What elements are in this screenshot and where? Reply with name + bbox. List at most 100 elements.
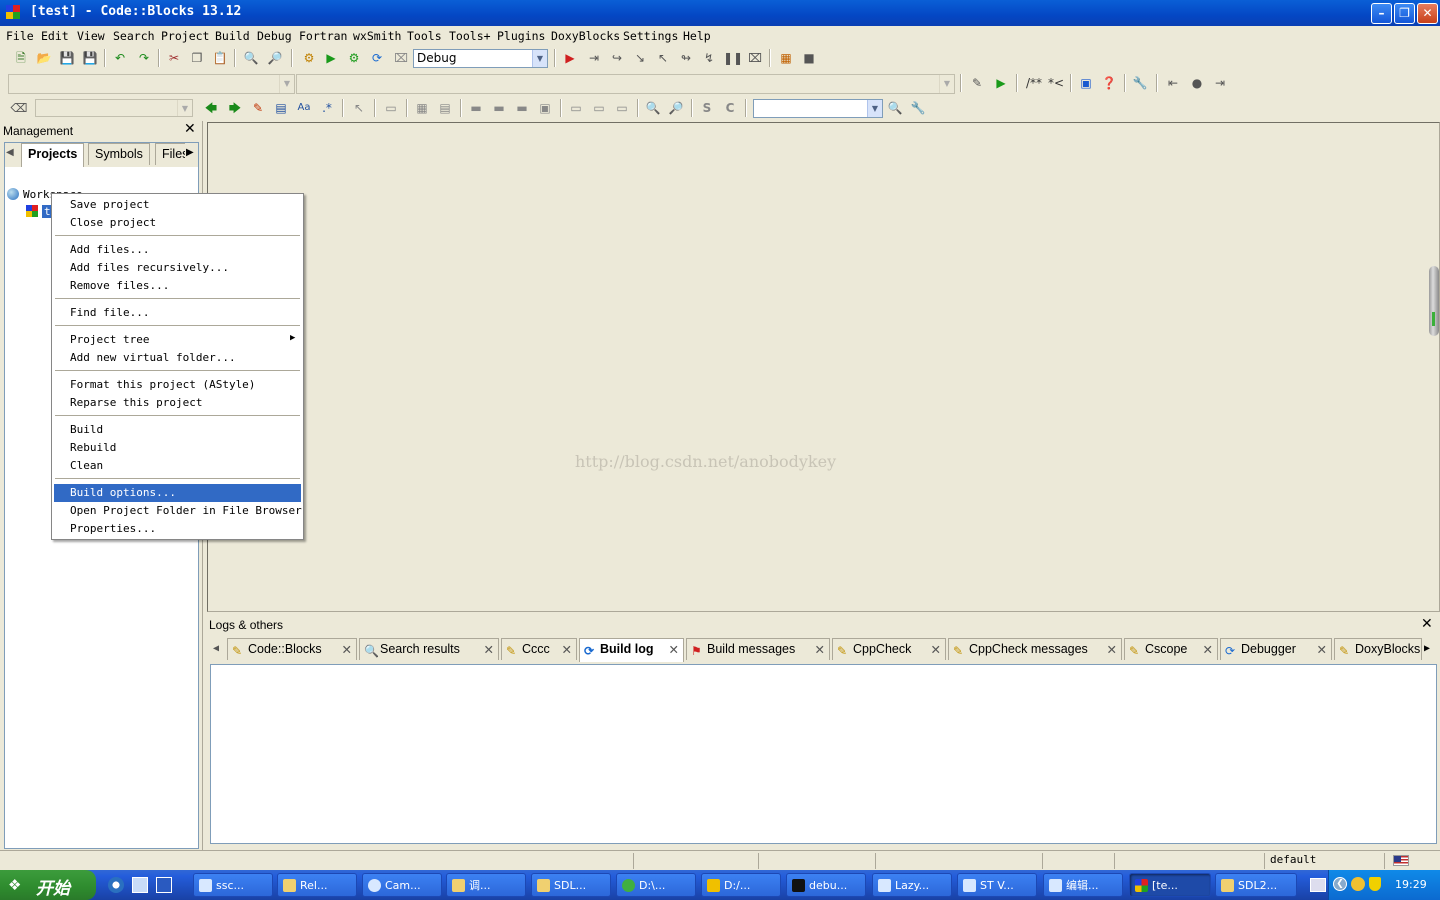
extract-docs-icon[interactable]: ▶ (992, 74, 1010, 92)
menu-settings[interactable]: Settings (623, 29, 678, 43)
find-icon[interactable]: 🔍 (242, 49, 260, 67)
border-right-icon[interactable]: ▭ (590, 99, 608, 117)
tab-search-results[interactable]: 🔍Search results ✕ (359, 638, 499, 660)
logs-tab-scroll-left-icon[interactable]: ◀ (213, 643, 219, 654)
next-instruction-icon[interactable]: ↬ (677, 49, 695, 67)
tab-scroll-right-icon[interactable]: ▶ (186, 147, 194, 158)
menu-item-find-file[interactable]: Find file... (54, 304, 301, 322)
tab-codeblocks[interactable]: ✎ Code::Blocks ✕ (227, 638, 357, 660)
chm-docs-icon[interactable]: ❓ (1100, 74, 1118, 92)
close-tab-icon[interactable]: ✕ (1203, 642, 1213, 657)
rebuild-icon[interactable]: ⟳ (368, 49, 386, 67)
build-target-select[interactable]: Debug ▼ (413, 49, 548, 68)
menu-view[interactable]: View (77, 29, 105, 43)
function-select[interactable]: ▼ (296, 74, 955, 94)
tab-symbols[interactable]: Symbols (88, 143, 150, 165)
menu-file[interactable]: File (6, 29, 34, 43)
task-stv[interactable]: ST V... (957, 873, 1037, 897)
menu-tools[interactable]: Tools (407, 29, 442, 43)
next-line-icon[interactable]: ↪ (608, 49, 626, 67)
new-file-icon[interactable]: 🗎 (12, 49, 30, 67)
menu-item-properties[interactable]: Properties... (54, 520, 301, 538)
menu-item-add-files[interactable]: Add files... (54, 241, 301, 259)
tab-cppcheck[interactable]: ✎ CppCheck ✕ (832, 638, 946, 660)
open-file-icon[interactable]: 📂 (35, 49, 53, 67)
search-input[interactable]: ▼ (753, 99, 883, 118)
task-tiao[interactable]: 调... (446, 873, 526, 897)
close-tab-icon[interactable]: ✕ (484, 642, 494, 657)
highlight-icon[interactable]: ✎ (249, 99, 267, 117)
task-ssc[interactable]: ssc... (193, 873, 273, 897)
abort-icon[interactable]: ⌧ (392, 49, 410, 67)
tab-debugger[interactable]: ⟳ Debugger ✕ (1220, 638, 1332, 660)
various-info-icon[interactable]: ■ (800, 49, 818, 67)
border-left-icon[interactable]: ▭ (567, 99, 585, 117)
jump-back-icon[interactable]: ⇤ (1164, 74, 1182, 92)
ie-quicklaunch-icon[interactable] (108, 877, 124, 893)
step-out-icon[interactable]: ↖ (654, 49, 672, 67)
task-cam[interactable]: Cam... (362, 873, 442, 897)
close-tab-icon[interactable]: ✕ (342, 642, 352, 657)
task-d-slash[interactable]: D:/... (701, 873, 781, 897)
show-preview-icon[interactable]: S (698, 99, 716, 117)
close-tab-icon[interactable]: ✕ (669, 642, 679, 657)
menu-item-close-project[interactable]: Close project (54, 214, 301, 232)
save-all-icon[interactable]: 💾 (81, 49, 99, 67)
menu-item-format-project[interactable]: Format this project (AStyle) (54, 376, 301, 394)
menu-item-add-files-recursively[interactable]: Add files recursively... (54, 259, 301, 277)
replace-icon[interactable]: 🔎 (266, 49, 284, 67)
menu-help[interactable]: Help (683, 29, 711, 43)
scroll-handle[interactable] (1429, 266, 1439, 336)
search-previous-icon[interactable]: 🡄 (202, 99, 220, 117)
tab-doxyblocks[interactable]: ✎ DoxyBlocks (1334, 638, 1422, 660)
tab-scroll-left-icon[interactable]: ◀ (6, 147, 14, 158)
search-next-icon[interactable]: 🡆 (226, 99, 244, 117)
maximize-button[interactable]: ❐ (1394, 3, 1415, 24)
cut-icon[interactable]: ✂ (165, 49, 183, 67)
border-all-icon[interactable]: ▭ (613, 99, 631, 117)
menu-tools-plus[interactable]: Tools+ (449, 29, 491, 43)
security-shield-icon[interactable] (1369, 877, 1381, 891)
doxyblocks-config-icon[interactable]: 🔧 (1131, 74, 1149, 92)
input-method-icon[interactable] (1310, 878, 1326, 892)
align-middle-icon[interactable]: ▬ (490, 99, 508, 117)
align-fill-icon[interactable]: ▣ (536, 99, 554, 117)
task-sdl2[interactable]: SDL2... (1215, 873, 1297, 897)
line-comment-icon[interactable]: *< (1046, 74, 1066, 92)
step-into-instruction-icon[interactable]: ↯ (700, 49, 718, 67)
close-tab-icon[interactable]: ✕ (1107, 642, 1117, 657)
task-lazy[interactable]: Lazy... (872, 873, 952, 897)
menu-item-open-project-folder[interactable]: Open Project Folder in File Browser (54, 502, 302, 520)
jump-home-icon[interactable]: ● (1188, 74, 1206, 92)
copy-icon[interactable]: ❐ (188, 49, 206, 67)
close-button[interactable]: ✕ (1417, 3, 1438, 24)
html-docs-icon[interactable]: ▣ (1077, 74, 1095, 92)
menu-wxsmith[interactable]: wxSmith (353, 29, 401, 43)
insert-into-icon[interactable]: ▦ (413, 99, 431, 117)
tab-cccc[interactable]: ✎ Cccc ✕ (501, 638, 577, 660)
selected-text-only-icon[interactable]: ▤ (272, 99, 290, 117)
task-debu[interactable]: debu... (786, 873, 866, 897)
close-tab-icon[interactable]: ✕ (562, 642, 572, 657)
tab-files[interactable]: Files (155, 143, 185, 165)
tab-build-messages[interactable]: ⚑ Build messages ✕ (686, 638, 830, 660)
save-icon[interactable]: 💾 (58, 49, 76, 67)
menu-build[interactable]: Build (215, 29, 250, 43)
close-tab-icon[interactable]: ✕ (1317, 642, 1327, 657)
jump-forward-icon[interactable]: ⇥ (1211, 74, 1229, 92)
regex-icon[interactable]: .* (318, 99, 336, 117)
align-bottom-icon[interactable]: ▬ (513, 99, 531, 117)
scope-select[interactable]: ▼ (8, 74, 295, 94)
menu-item-save-project[interactable]: Save project (54, 196, 301, 214)
zoom-out-icon[interactable]: 🔎 (667, 99, 685, 117)
redo-icon[interactable]: ↷ (135, 49, 153, 67)
start-button[interactable]: ❖ 开始 (0, 870, 96, 900)
menu-search[interactable]: Search (113, 29, 155, 43)
close-tab-icon[interactable]: ✕ (931, 642, 941, 657)
menu-plugins[interactable]: Plugins (497, 29, 545, 43)
run-icon[interactable]: ▶ (322, 49, 340, 67)
tab-cppcheck-messages[interactable]: ✎ CppCheck messages ✕ (948, 638, 1122, 660)
logs-tab-scroll-right-icon[interactable]: ▶ (1424, 643, 1430, 654)
tray-expand-icon[interactable]: ❮ (1333, 877, 1347, 891)
menu-debug[interactable]: Debug (257, 29, 292, 43)
